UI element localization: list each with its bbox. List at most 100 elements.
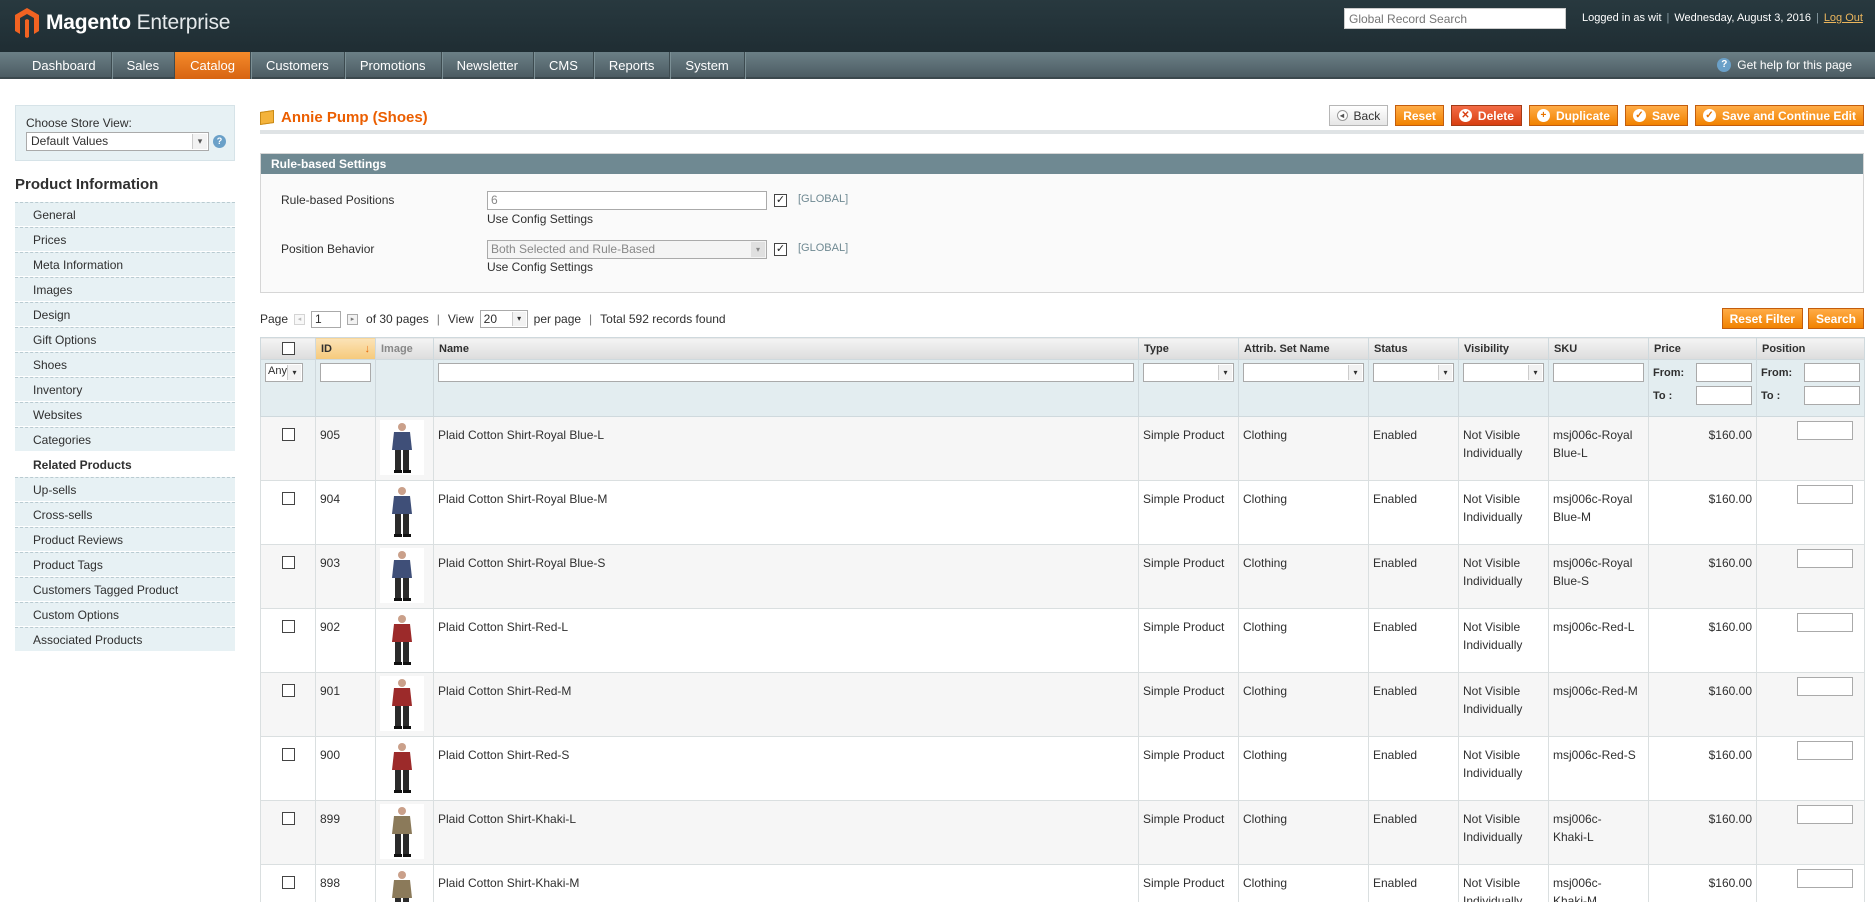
position-input[interactable] <box>1797 549 1853 568</box>
magento-logo[interactable]: Magento Enterprise <box>14 7 230 39</box>
delete-button[interactable]: ✕ Delete <box>1450 105 1522 126</box>
filter-price-to[interactable] <box>1696 386 1752 405</box>
tab-product-reviews[interactable]: Product Reviews <box>15 527 235 552</box>
filter-position-to[interactable] <box>1804 386 1860 405</box>
back-button[interactable]: ◂ Back <box>1328 105 1389 126</box>
tab-associated-products[interactable]: Associated Products <box>15 627 235 652</box>
filter-attrib-set-select[interactable]: ▾ <box>1243 363 1364 382</box>
reset-filter-button[interactable]: Reset Filter <box>1721 308 1803 329</box>
select-all-checkbox[interactable] <box>282 341 295 355</box>
header-select-all[interactable] <box>260 337 316 360</box>
filter-status-select[interactable]: ▾ <box>1373 363 1454 382</box>
tab-meta-information[interactable]: Meta Information <box>15 252 235 277</box>
cell-price: $160.00 <box>1648 608 1757 673</box>
store-view-select[interactable]: Default Values ▾ <box>26 132 209 151</box>
prev-page-icon[interactable]: ◂ <box>294 313 306 325</box>
position-input[interactable] <box>1797 421 1853 440</box>
tab-images[interactable]: Images <box>15 277 235 302</box>
nav-item-reports[interactable]: Reports <box>594 52 671 79</box>
filter-name-input[interactable] <box>438 363 1134 382</box>
duplicate-button[interactable]: + Duplicate <box>1528 105 1618 126</box>
nav-item-customers[interactable]: Customers <box>251 52 345 79</box>
nav-item-promotions[interactable]: Promotions <box>345 52 442 79</box>
tab-customers-tagged-product[interactable]: Customers Tagged Product <box>15 577 235 602</box>
filter-type-select[interactable]: ▾ <box>1143 363 1234 382</box>
column-position[interactable]: Position <box>1756 337 1865 360</box>
per-page-select[interactable]: 20 ▾ <box>479 310 528 328</box>
search-button[interactable]: Search <box>1807 308 1864 329</box>
nav-item-dashboard[interactable]: Dashboard <box>17 52 112 79</box>
global-search-input[interactable] <box>1344 8 1566 29</box>
position-behavior-select[interactable]: Both Selected and Rule-Based ▾ <box>487 240 767 259</box>
table-row: 903 Plaid Cotton Shirt-Royal Blue-S Simple… <box>260 544 1865 609</box>
column-status[interactable]: Status <box>1368 337 1459 360</box>
position-input[interactable] <box>1797 613 1853 632</box>
product-box-icon <box>260 110 274 125</box>
column-type[interactable]: Type <box>1138 337 1239 360</box>
position-input[interactable] <box>1797 741 1853 760</box>
row-checkbox[interactable] <box>282 684 295 697</box>
table-row: 905 Plaid Cotton Shirt-Royal Blue-L Simple… <box>260 416 1865 481</box>
row-checkbox[interactable] <box>282 428 295 441</box>
row-checkbox[interactable] <box>282 812 295 825</box>
column-attrib-set[interactable]: Attrib. Set Name <box>1238 337 1369 360</box>
nav-item-catalog[interactable]: Catalog <box>175 52 251 79</box>
cell-sku: msj006c- Khaki-M <box>1548 864 1649 902</box>
row-checkbox[interactable] <box>282 876 295 889</box>
tab-product-tags[interactable]: Product Tags <box>15 552 235 577</box>
filter-price-from[interactable] <box>1696 363 1752 382</box>
tab-inventory[interactable]: Inventory <box>15 377 235 402</box>
cell-status: Enabled <box>1368 672 1459 737</box>
filter-id-input[interactable] <box>320 363 371 382</box>
use-config-checkbox[interactable]: ✓ <box>774 194 787 207</box>
tab-websites[interactable]: Websites <box>15 402 235 427</box>
position-input[interactable] <box>1797 869 1853 888</box>
column-visibility[interactable]: Visibility <box>1458 337 1549 360</box>
row-checkbox[interactable] <box>282 748 295 761</box>
filter-sku-input[interactable] <box>1553 363 1644 382</box>
filter-position-from[interactable] <box>1804 363 1860 382</box>
next-page-icon[interactable]: ▸ <box>347 313 359 325</box>
row-checkbox[interactable] <box>282 556 295 569</box>
tab-design[interactable]: Design <box>15 302 235 327</box>
save-continue-button[interactable]: ✓ Save and Continue Edit <box>1694 105 1864 126</box>
filter-in-products-select[interactable]: Any ▾ <box>265 363 303 382</box>
cell-price: $160.00 <box>1648 416 1757 481</box>
filter-visibility-select[interactable]: ▾ <box>1463 363 1544 382</box>
nav-item-system[interactable]: System <box>670 52 745 79</box>
tab-prices[interactable]: Prices <box>15 227 235 252</box>
help-link[interactable]: ? Get help for this page <box>1717 58 1852 72</box>
position-input[interactable] <box>1797 485 1853 504</box>
nav-item-sales[interactable]: Sales <box>112 52 176 79</box>
tab-cross-sells[interactable]: Cross-sells <box>15 502 235 527</box>
cell-attrib-set: Clothing <box>1238 736 1369 801</box>
rule-positions-input[interactable]: 6 <box>487 191 767 210</box>
reset-button[interactable]: Reset <box>1395 105 1444 126</box>
position-input[interactable] <box>1797 677 1853 696</box>
tab-related-products[interactable]: Related Products <box>15 452 235 477</box>
grid-pager: Page ◂ 1 ▸ of 30 pages | View 20 ▾ per pa… <box>260 310 726 328</box>
user-info: Logged in as wit | Wednesday, August 3, 20… <box>1582 12 1863 24</box>
row-checkbox[interactable] <box>282 620 295 633</box>
tab-up-sells[interactable]: Up-sells <box>15 477 235 502</box>
column-price[interactable]: Price <box>1648 337 1757 360</box>
tab-custom-options[interactable]: Custom Options <box>15 602 235 627</box>
nav-item-cms[interactable]: CMS <box>534 52 594 79</box>
cell-visibility: Not Visible Individually <box>1458 800 1549 865</box>
cell-id: 902 <box>315 608 376 673</box>
logout-link[interactable]: Log Out <box>1824 12 1863 24</box>
row-checkbox[interactable] <box>282 492 295 505</box>
tab-shoes[interactable]: Shoes <box>15 352 235 377</box>
column-id[interactable]: ID ↓ <box>315 337 376 360</box>
save-button[interactable]: ✓ Save <box>1624 105 1688 126</box>
use-config-checkbox[interactable]: ✓ <box>774 243 787 256</box>
tab-gift-options[interactable]: Gift Options <box>15 327 235 352</box>
tab-categories[interactable]: Categories <box>15 427 235 452</box>
tab-general[interactable]: General <box>15 202 235 227</box>
column-name[interactable]: Name <box>433 337 1139 360</box>
nav-item-newsletter[interactable]: Newsletter <box>442 52 534 79</box>
column-sku[interactable]: SKU <box>1548 337 1649 360</box>
position-input[interactable] <box>1797 805 1853 824</box>
help-icon[interactable]: ? <box>213 135 226 148</box>
page-input[interactable]: 1 <box>311 310 342 328</box>
